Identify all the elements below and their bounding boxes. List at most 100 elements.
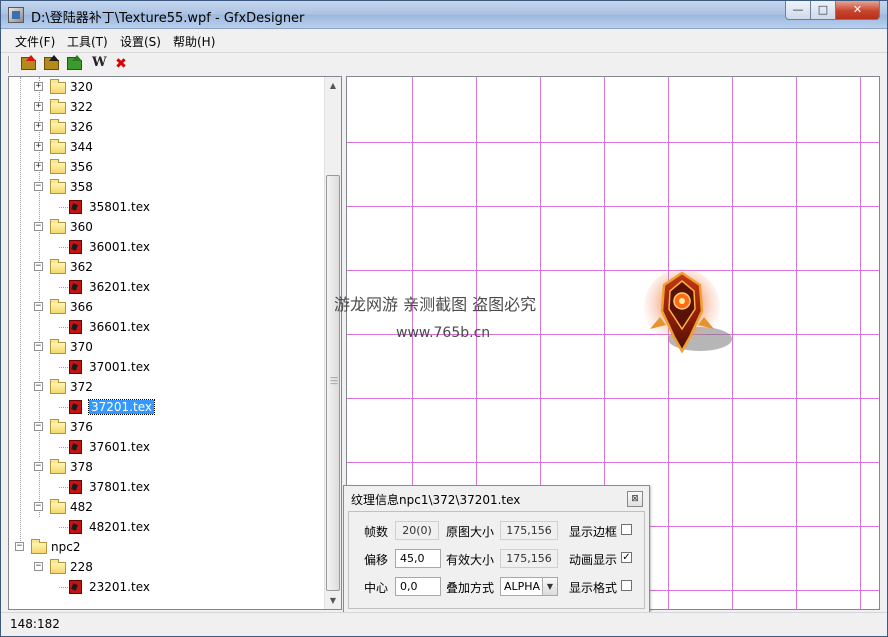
scroll-up-icon[interactable]: ▲	[325, 77, 341, 94]
tree-folder-item[interactable]: − 360	[9, 217, 325, 237]
tree-folder-item[interactable]: − 362	[9, 257, 325, 277]
expand-icon[interactable]: +	[34, 142, 43, 151]
folder-icon	[50, 299, 66, 314]
export-folder-icon[interactable]	[67, 55, 84, 72]
show-border-checkbox[interactable]	[621, 524, 632, 535]
tree-folder-item[interactable]: − 228	[9, 557, 325, 577]
texture-file-icon	[69, 580, 82, 594]
grid-line	[347, 206, 879, 207]
tree-folder-item[interactable]: − 376	[9, 417, 325, 437]
tree-file-item[interactable]: 37601.tex	[9, 437, 325, 457]
frame-value: 20(0)	[395, 521, 439, 540]
tree-folder-item[interactable]: − npc2	[9, 537, 325, 557]
tree-item-label: 366	[70, 300, 93, 314]
tree-folder-item[interactable]: − 378	[9, 457, 325, 477]
toolbar-grip[interactable]	[8, 56, 10, 73]
menu-help[interactable]: 帮助(H)	[173, 33, 215, 50]
offset-field[interactable]: 45,0	[395, 549, 441, 568]
app-icon[interactable]	[8, 7, 24, 23]
tree-folder-item[interactable]: +356	[9, 157, 325, 177]
folder-icon	[50, 219, 66, 234]
tree-folder-item[interactable]: − 372	[9, 377, 325, 397]
texture-file-icon	[69, 440, 82, 454]
window-title: D:\登陆器补丁\Texture55.wpf - GfxDesigner	[31, 11, 305, 26]
tree-item-label: 228	[70, 560, 93, 574]
collapse-icon[interactable]: −	[34, 422, 43, 431]
center-field[interactable]: 0,0	[395, 577, 441, 596]
collapse-icon[interactable]: −	[34, 342, 43, 351]
collapse-icon[interactable]: −	[34, 462, 43, 471]
expand-icon[interactable]: +	[34, 162, 43, 171]
texture-tree[interactable]: ▲ — — — ▼ +320 +322 +326 +344 +356−358 35801.te…	[8, 76, 342, 610]
tree-item-label: npc2	[51, 540, 81, 554]
grid-line	[347, 398, 879, 399]
menu-settings[interactable]: 设置(S)	[120, 33, 161, 50]
minimize-button[interactable]: —	[785, 1, 811, 20]
tree-file-item[interactable]: 36201.tex	[9, 277, 325, 297]
menu-file[interactable]: 文件(F)	[15, 33, 55, 50]
tree-item-label: 344	[70, 140, 93, 154]
texture-file-icon	[69, 280, 82, 294]
tree-file-item[interactable]: 37201.tex	[9, 397, 325, 417]
anim-checkbox[interactable]: ✓	[621, 552, 632, 563]
close-button[interactable]: ✕	[835, 1, 880, 20]
tree-folder-item[interactable]: − 366	[9, 297, 325, 317]
tree-folder-item[interactable]: +326	[9, 117, 325, 137]
collapse-icon[interactable]: −	[34, 182, 43, 191]
tree-item-label: 356	[70, 160, 93, 174]
tree-file-item[interactable]: 35801.tex	[9, 197, 325, 217]
tree-folder-item[interactable]: − 482	[9, 497, 325, 517]
tree-item-label: 360	[70, 220, 93, 234]
collapse-icon[interactable]: −	[34, 562, 43, 571]
texture-file-icon	[69, 480, 82, 494]
collapse-icon[interactable]: −	[34, 502, 43, 511]
tree-item-label: 358	[70, 180, 93, 194]
toolbar: W ✖	[1, 52, 887, 75]
tree-file-item[interactable]: 36001.tex	[9, 237, 325, 257]
folder-icon	[50, 499, 66, 514]
app-window: D:\登陆器补丁\Texture55.wpf - GfxDesigner — □…	[0, 0, 888, 637]
folder-icon	[50, 139, 66, 154]
tree-folder-item[interactable]: +322	[9, 97, 325, 117]
folder-icon	[50, 179, 66, 194]
valid-size-label: 有效大小	[446, 553, 495, 567]
tree-folder-item[interactable]: +344	[9, 137, 325, 157]
title-bar[interactable]: D:\登陆器补丁\Texture55.wpf - GfxDesigner — □…	[1, 1, 887, 29]
expand-icon[interactable]: +	[34, 122, 43, 131]
chevron-down-icon[interactable]: ▼	[542, 578, 557, 595]
collapse-icon[interactable]: −	[34, 262, 43, 271]
tree-item-label: 372	[70, 380, 93, 394]
scroll-grip-icon: — — —	[330, 373, 338, 388]
collapse-icon[interactable]: −	[34, 382, 43, 391]
blend-select[interactable]: ALPHA ▼	[500, 577, 558, 596]
texture-file-icon	[69, 240, 82, 254]
tree-file-item[interactable]: 37001.tex	[9, 357, 325, 377]
collapse-icon[interactable]: −	[34, 222, 43, 231]
save-folder-icon[interactable]	[44, 55, 61, 72]
open-folder-icon[interactable]	[21, 55, 38, 72]
expand-icon[interactable]: +	[34, 102, 43, 111]
tree-file-item[interactable]: 48201.tex	[9, 517, 325, 537]
scroll-thumb[interactable]: — — —	[326, 175, 340, 591]
scroll-down-icon[interactable]: ▼	[325, 592, 341, 609]
texture-file-icon	[69, 360, 82, 374]
tree-item-label: 482	[70, 500, 93, 514]
tree-file-item[interactable]: 36601.tex	[9, 317, 325, 337]
delete-icon[interactable]: ✖	[113, 56, 130, 72]
dialog-close-icon[interactable]: ⊠	[627, 491, 643, 507]
maximize-button[interactable]: □	[810, 1, 836, 20]
w-icon[interactable]: W	[90, 55, 107, 72]
tree-folder-item[interactable]: − 370	[9, 337, 325, 357]
tree-folder-item[interactable]: +320	[9, 77, 325, 97]
tree-file-item[interactable]: 23201.tex	[9, 577, 325, 597]
tree-guide	[59, 207, 68, 208]
valid-size-value: 175,156	[500, 549, 558, 568]
expand-icon[interactable]: +	[34, 82, 43, 91]
tree-file-item[interactable]: 37801.tex	[9, 477, 325, 497]
collapse-icon[interactable]: −	[15, 542, 24, 551]
menu-tools[interactable]: 工具(T)	[67, 33, 108, 50]
show-grid-checkbox[interactable]	[621, 580, 632, 591]
texture-file-icon	[69, 200, 82, 214]
collapse-icon[interactable]: −	[34, 302, 43, 311]
tree-folder-item[interactable]: − 358	[9, 177, 325, 197]
